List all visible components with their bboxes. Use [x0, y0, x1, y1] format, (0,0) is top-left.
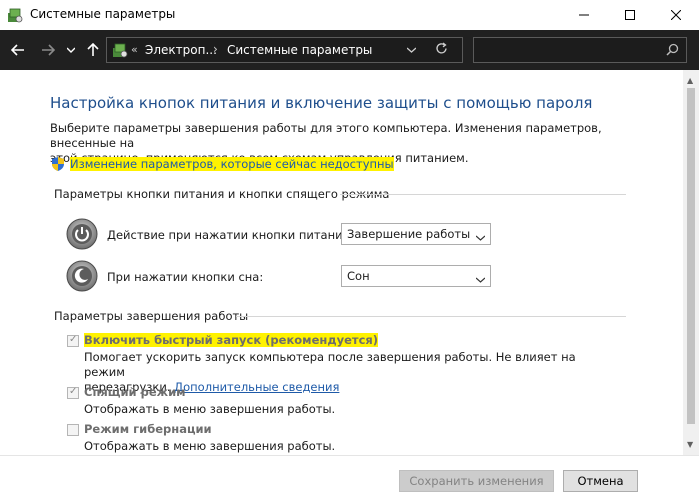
- chevron-down-icon: [475, 272, 486, 286]
- refresh-icon: [436, 42, 447, 54]
- breadcrumb-overflow[interactable]: «: [131, 43, 138, 56]
- hibernate-checkbox[interactable]: [67, 424, 79, 436]
- footer-divider: [0, 455, 699, 456]
- section-divider: [236, 316, 626, 317]
- minimize-button[interactable]: [561, 0, 607, 30]
- sleep-button-action-label: При нажатии кнопки сна:: [107, 270, 264, 284]
- scroll-down-arrow-icon[interactable]: ▼: [687, 440, 693, 449]
- more-info-link[interactable]: Дополнительные сведения: [174, 380, 339, 394]
- breadcrumb-system-settings[interactable]: Системные параметры: [227, 43, 372, 57]
- select-value: Сон: [347, 269, 370, 283]
- chevron-down-icon: [67, 47, 75, 53]
- description-line: Выберите параметры завершения работы для…: [50, 121, 602, 150]
- sleep-checkbox[interactable]: ✓: [67, 386, 79, 399]
- forward-button[interactable]: [38, 40, 58, 60]
- power-button-action-label: Действие при нажатии кнопки питания:: [107, 228, 354, 242]
- save-changes-button[interactable]: Сохранить изменения: [399, 470, 554, 492]
- shutdown-settings-section-label: Параметры завершения работы: [54, 309, 249, 323]
- power-button-action-select[interactable]: Завершение работы: [341, 223, 491, 245]
- section-divider: [340, 194, 626, 195]
- arrow-right-icon: [42, 44, 55, 56]
- change-settings-link-text[interactable]: Изменение параметров, которые сейчас нед…: [70, 157, 394, 171]
- maximize-button[interactable]: [607, 0, 653, 30]
- address-dropdown-button[interactable]: [406, 43, 417, 56]
- scroll-up-arrow-icon[interactable]: ▲: [687, 76, 693, 85]
- arrow-left-icon: [11, 44, 24, 56]
- content-area: Настройка кнопок питания и включение защ…: [0, 70, 683, 455]
- title-bar: Системные параметры: [0, 0, 699, 30]
- scrollbar-thumb[interactable]: [687, 88, 695, 424]
- breadcrumb-power-options[interactable]: Электроп...: [145, 43, 217, 57]
- arrow-up-icon: [87, 43, 99, 56]
- hibernate-description: Отображать в меню завершения работы.: [84, 439, 336, 453]
- change-unavailable-settings-link[interactable]: Изменение параметров, которые сейчас нед…: [50, 156, 394, 172]
- page-title: Настройка кнопок питания и включение защ…: [50, 94, 593, 112]
- hibernate-label: Режим гибернации: [84, 422, 212, 436]
- breadcrumb-separator[interactable]: ›: [213, 42, 218, 56]
- vertical-scrollbar[interactable]: ▲ ▼: [683, 70, 699, 455]
- up-button[interactable]: [84, 40, 102, 60]
- sleep-button-icon: [66, 260, 98, 292]
- close-button[interactable]: [653, 0, 699, 30]
- window-title: Системные параметры: [30, 7, 176, 21]
- chevron-down-icon: [475, 230, 486, 244]
- search-icon[interactable]: [666, 43, 679, 59]
- sleep-label: Спящий режим: [84, 385, 186, 399]
- fast-startup-label: Включить быстрый запуск (рекомендуется): [84, 333, 379, 347]
- checkmark-icon: ✓: [69, 386, 78, 397]
- recent-locations-button[interactable]: [64, 40, 78, 60]
- chevron-down-icon: [406, 47, 417, 53]
- refresh-button[interactable]: [435, 42, 448, 59]
- control-panel-icon: [7, 7, 23, 23]
- sleep-button-action-select[interactable]: Сон: [341, 265, 491, 287]
- cancel-button[interactable]: Отмена: [563, 470, 638, 492]
- checkmark-icon: ✓: [69, 334, 78, 345]
- sleep-description: Отображать в меню завершения работы.: [84, 402, 336, 416]
- fast-startup-checkbox[interactable]: ✓: [67, 334, 79, 347]
- back-button[interactable]: [8, 40, 28, 60]
- description-line: Помогает ускорить запуск компьютера посл…: [84, 350, 576, 379]
- address-bar[interactable]: « Электроп... › Системные параметры: [106, 37, 463, 63]
- power-button-icon: [66, 218, 98, 250]
- uac-shield-icon: [50, 156, 66, 172]
- select-value: Завершение работы: [347, 227, 471, 241]
- search-input[interactable]: [473, 37, 687, 63]
- control-panel-icon: [112, 42, 128, 58]
